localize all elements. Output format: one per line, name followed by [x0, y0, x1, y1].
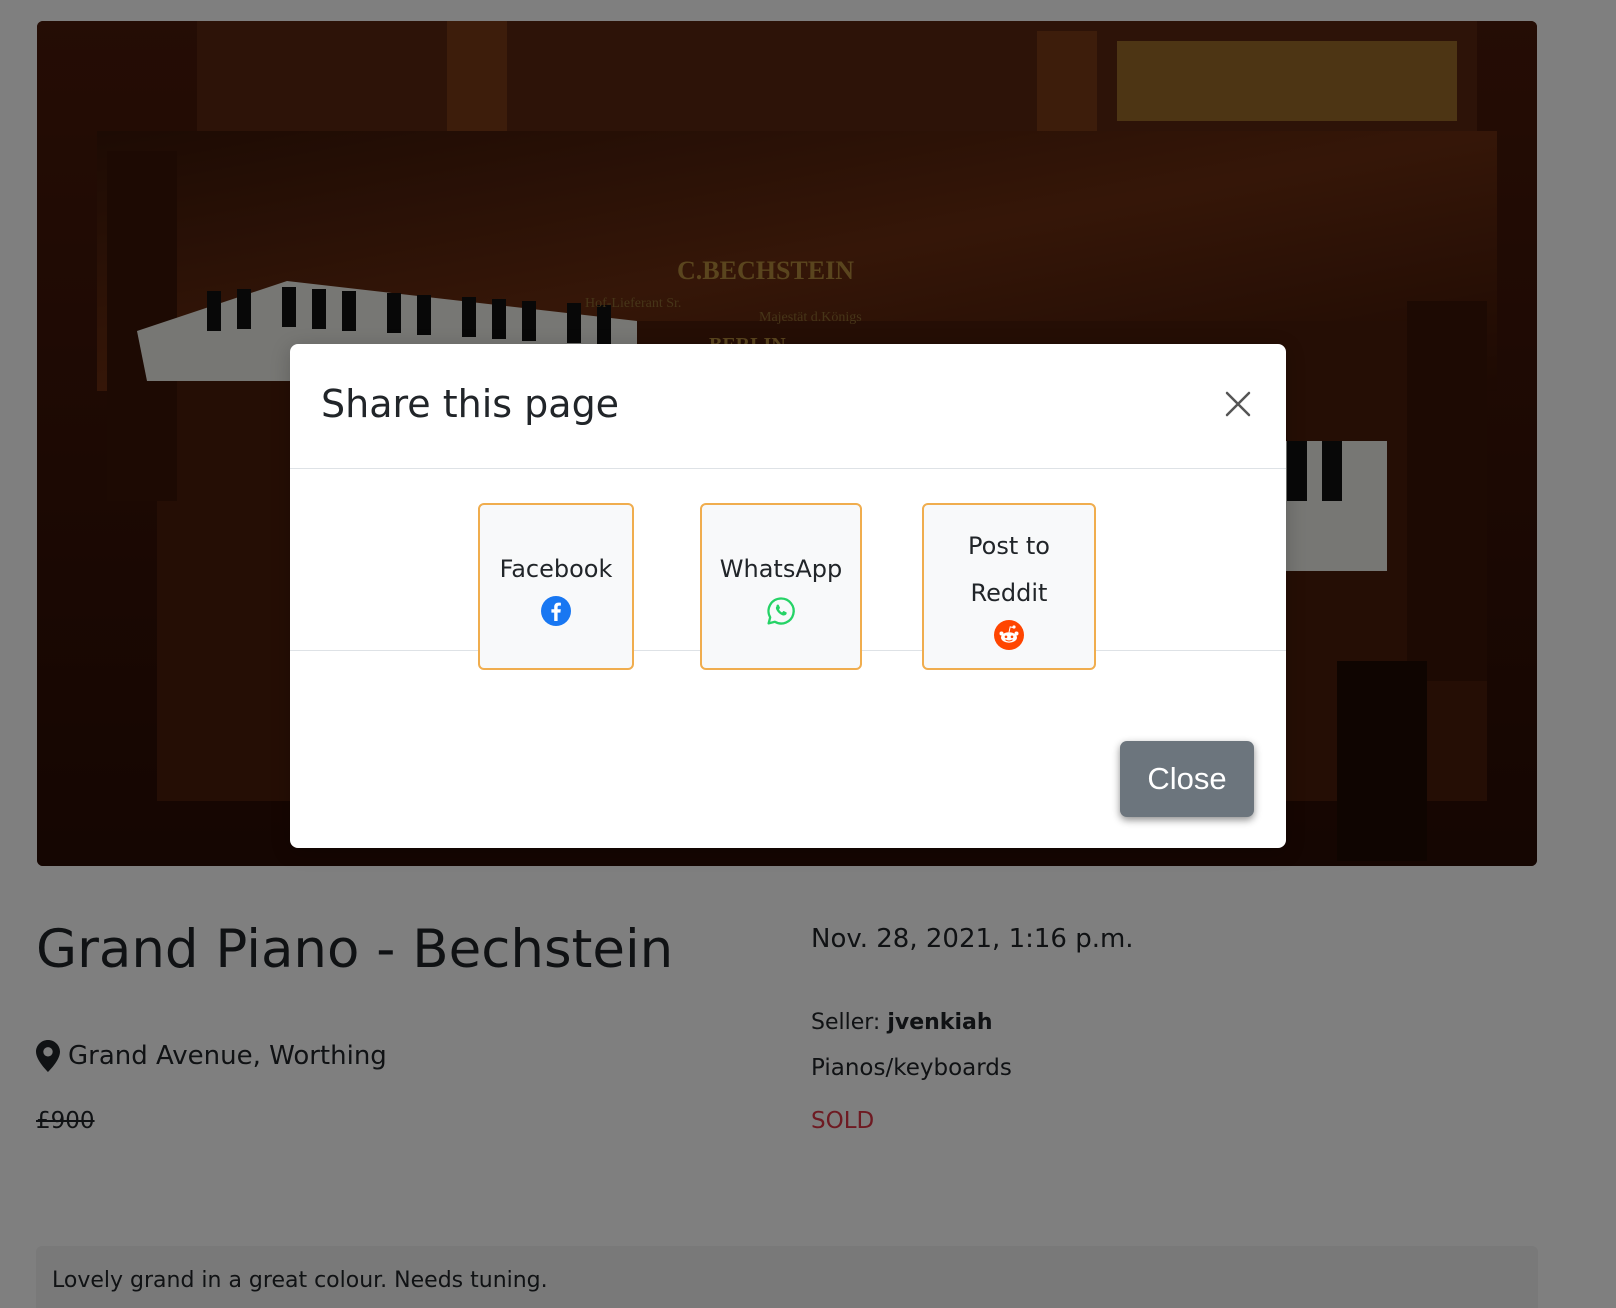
close-button[interactable]: Close	[1120, 741, 1254, 817]
share-whatsapp-button[interactable]: WhatsApp	[700, 503, 862, 670]
modal-body: Facebook WhatsApp Post to Reddit	[290, 469, 1286, 670]
close-icon[interactable]	[1220, 386, 1256, 422]
facebook-icon	[541, 596, 571, 626]
share-facebook-label: Facebook	[499, 555, 613, 583]
modal-title: Share this page	[321, 382, 620, 426]
reddit-icon	[994, 619, 1024, 650]
share-whatsapp-label: WhatsApp	[719, 555, 843, 583]
share-modal: Share this page Facebook WhatsApp Post t…	[290, 344, 1286, 848]
whatsapp-icon	[767, 597, 795, 625]
share-facebook-button[interactable]: Facebook	[478, 503, 634, 670]
listing-page: C.BECHSTEIN Hof-Lieferant Sr. Majestät d…	[0, 0, 1616, 1308]
share-reddit-button[interactable]: Post to Reddit	[922, 503, 1096, 670]
share-reddit-label: Post to Reddit	[968, 531, 1050, 607]
modal-header: Share this page	[290, 344, 1286, 469]
